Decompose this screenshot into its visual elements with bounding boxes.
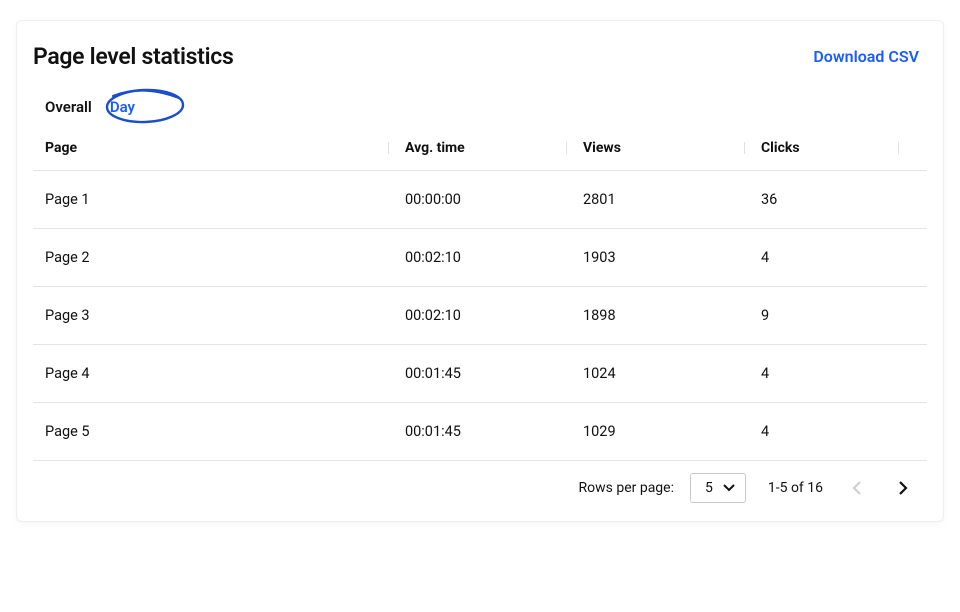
statistics-card: Page level statistics Download CSV Overa… — [16, 20, 944, 522]
chevron-left-icon — [852, 480, 862, 496]
rows-per-page-label: Rows per page: — [579, 480, 674, 496]
table-row: Page 2 00:02:10 1903 4 — [33, 229, 927, 287]
column-header-avg-time[interactable]: Avg. time — [405, 140, 583, 156]
cell-views: 1029 — [583, 423, 761, 440]
cell-views: 1024 — [583, 365, 761, 382]
column-divider-icon — [388, 142, 389, 154]
cell-page: Page 3 — [45, 307, 405, 324]
column-divider-icon — [566, 142, 567, 154]
rows-per-page-select[interactable]: 5 — [690, 473, 746, 503]
column-header-avg-time-label: Avg. time — [405, 140, 465, 156]
column-header-views-label: Views — [583, 140, 621, 156]
pagination-range: 1-5 of 16 — [768, 480, 823, 496]
column-header-views[interactable]: Views — [583, 140, 761, 156]
cell-avg-time: 00:02:10 — [405, 307, 583, 324]
chevron-right-icon — [898, 480, 908, 496]
table-row: Page 5 00:01:45 1029 4 — [33, 403, 927, 461]
cell-avg-time: 00:01:45 — [405, 365, 583, 382]
column-header-clicks[interactable]: Clicks — [761, 140, 915, 156]
rows-per-page-value: 5 — [705, 480, 713, 496]
cell-clicks: 36 — [761, 191, 915, 208]
cell-avg-time: 00:02:10 — [405, 249, 583, 266]
pagination-prev-button — [845, 476, 869, 500]
cell-clicks: 4 — [761, 365, 915, 382]
cell-clicks: 4 — [761, 423, 915, 440]
column-header-clicks-label: Clicks — [761, 140, 800, 156]
tab-overall[interactable]: Overall — [45, 98, 92, 116]
chevron-down-icon — [723, 484, 735, 492]
cell-views: 1898 — [583, 307, 761, 324]
cell-page: Page 1 — [45, 191, 405, 208]
cell-page: Page 4 — [45, 365, 405, 382]
data-table: Page Avg. time Views Clicks Page 1 00:00… — [17, 126, 943, 521]
column-divider-icon — [744, 142, 745, 154]
cell-clicks: 9 — [761, 307, 915, 324]
cell-views: 2801 — [583, 191, 761, 208]
table-row: Page 3 00:02:10 1898 9 — [33, 287, 927, 345]
page-title: Page level statistics — [33, 43, 233, 70]
column-divider-icon — [898, 142, 899, 154]
cell-page: Page 2 — [45, 249, 405, 266]
table-row: Page 4 00:01:45 1024 4 — [33, 345, 927, 403]
column-header-page[interactable]: Page — [45, 140, 405, 156]
header-row: Page level statistics Download CSV — [17, 21, 943, 78]
table-header: Page Avg. time Views Clicks — [33, 126, 927, 171]
cell-avg-time: 00:01:45 — [405, 423, 583, 440]
table-row: Page 1 00:00:00 2801 36 — [33, 171, 927, 229]
download-csv-link[interactable]: Download CSV — [813, 47, 919, 66]
cell-clicks: 4 — [761, 249, 915, 266]
column-header-page-label: Page — [45, 140, 77, 156]
pagination: Rows per page: 5 1-5 of 16 — [33, 461, 927, 521]
pagination-next-button[interactable] — [891, 476, 915, 500]
cell-page: Page 5 — [45, 423, 405, 440]
tab-day[interactable]: Day — [110, 98, 135, 116]
tabs: Overall Day — [17, 78, 943, 126]
cell-avg-time: 00:00:00 — [405, 191, 583, 208]
cell-views: 1903 — [583, 249, 761, 266]
